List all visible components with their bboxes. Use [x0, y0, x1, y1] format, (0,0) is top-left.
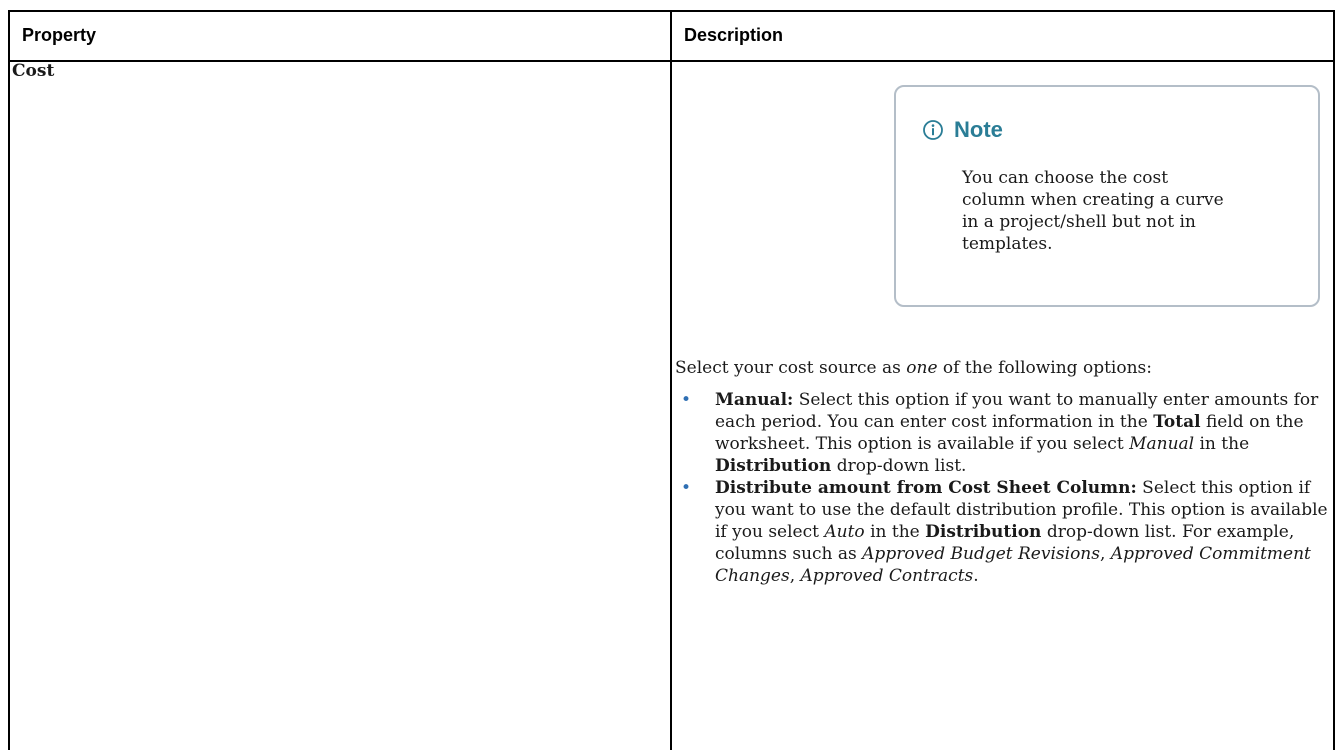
header-property: Property [22, 25, 97, 45]
bullet-icon: • [681, 390, 692, 410]
note-heading: Note [922, 117, 1003, 143]
note-line: You can choose the cost [962, 168, 1169, 188]
option-text: . [973, 566, 979, 586]
intro-text-end: of the following options: [937, 358, 1152, 378]
note-text: You can choose the cost column when crea… [962, 167, 1292, 255]
bullet-icon: • [681, 478, 692, 498]
option-italic-term: Approved Budget Revisions [862, 544, 1100, 564]
option-name: Distribute amount from Cost Sheet Column… [715, 478, 1137, 498]
note-title: Note [954, 117, 1003, 142]
option-bold-term: Distribution [925, 522, 1042, 542]
option-italic-term: Approved Contracts [800, 566, 974, 586]
description-cell-cost: Select your cost source as one of the fo… [675, 357, 1335, 587]
option-text: in the [1194, 434, 1250, 454]
option-italic-term: Manual [1129, 434, 1195, 454]
list-item: • Manual: Select this option if you want… [675, 389, 1335, 477]
option-text: , [789, 566, 801, 586]
note-line: column when creating a curve [962, 190, 1224, 210]
column-divider [670, 12, 672, 750]
option-text: drop-down list. [831, 456, 967, 476]
property-cell-cost: Cost [12, 61, 55, 81]
options-list: • Manual: Select this option if you want… [675, 389, 1335, 587]
option-italic-term: Auto [824, 522, 865, 542]
option-bold-term: Total [1153, 412, 1201, 432]
intro-paragraph: Select your cost source as one of the fo… [675, 357, 1335, 379]
intro-text: Select your cost source as [675, 358, 907, 378]
list-item: • Distribute amount from Cost Sheet Colu… [675, 477, 1335, 587]
option-text: , [1099, 544, 1111, 564]
info-circle-icon [923, 120, 943, 140]
option-bold-term: Distribution [715, 456, 832, 476]
intro-emphasis: one [906, 358, 938, 378]
note-line: templates. [962, 234, 1053, 254]
note-box: Note You can choose the cost column when… [894, 85, 1320, 307]
option-text: in the [864, 522, 926, 542]
note-line: in a project/shell but not in [962, 212, 1196, 232]
option-name: Manual: [715, 390, 794, 410]
header-description: Description [684, 25, 784, 45]
